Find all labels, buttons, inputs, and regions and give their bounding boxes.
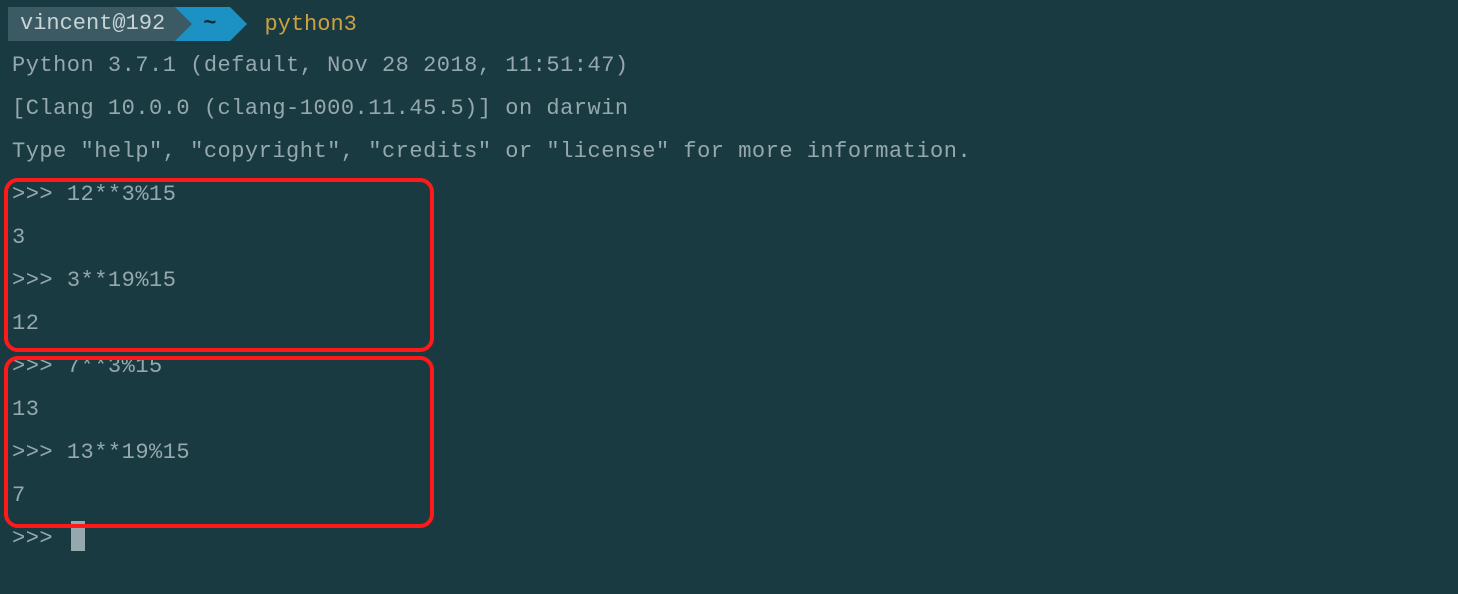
repl-input-line: >>> 12**3%15 — [0, 173, 1458, 216]
repl-expression: 13**19%15 — [67, 440, 190, 465]
python-banner-line-1: Python 3.7.1 (default, Nov 28 2018, 11:5… — [0, 44, 1458, 87]
cursor-icon — [71, 521, 85, 551]
repl-prompt: >>> — [12, 182, 67, 207]
repl-prompt: >>> — [12, 440, 67, 465]
repl-prompt: >>> — [12, 526, 67, 551]
repl-expression: 7**3%15 — [67, 354, 163, 379]
repl-expression: 12**3%15 — [67, 182, 177, 207]
repl-input-line: >>> 13**19%15 — [0, 431, 1458, 474]
repl-prompt: >>> — [12, 354, 67, 379]
repl-input-line: >>> 7**3%15 — [0, 345, 1458, 388]
shell-command: python3 — [264, 12, 356, 37]
python-banner-line-3: Type "help", "copyright", "credits" or "… — [0, 130, 1458, 173]
repl-output-line: 13 — [0, 388, 1458, 431]
repl-output-line: 12 — [0, 302, 1458, 345]
repl-output-line: 7 — [0, 474, 1458, 517]
repl-current-prompt[interactable]: >>> — [0, 517, 1458, 560]
shell-prompt-line: vincent@192 ~ python3 — [0, 4, 1458, 44]
python-banner-line-2: [Clang 10.0.0 (clang-1000.11.45.5)] on d… — [0, 87, 1458, 130]
repl-output-line: 3 — [0, 216, 1458, 259]
repl-input-line: >>> 3**19%15 — [0, 259, 1458, 302]
repl-expression: 3**19%15 — [67, 268, 177, 293]
repl-prompt: >>> — [12, 268, 67, 293]
prompt-user-host: vincent@192 — [8, 7, 175, 41]
